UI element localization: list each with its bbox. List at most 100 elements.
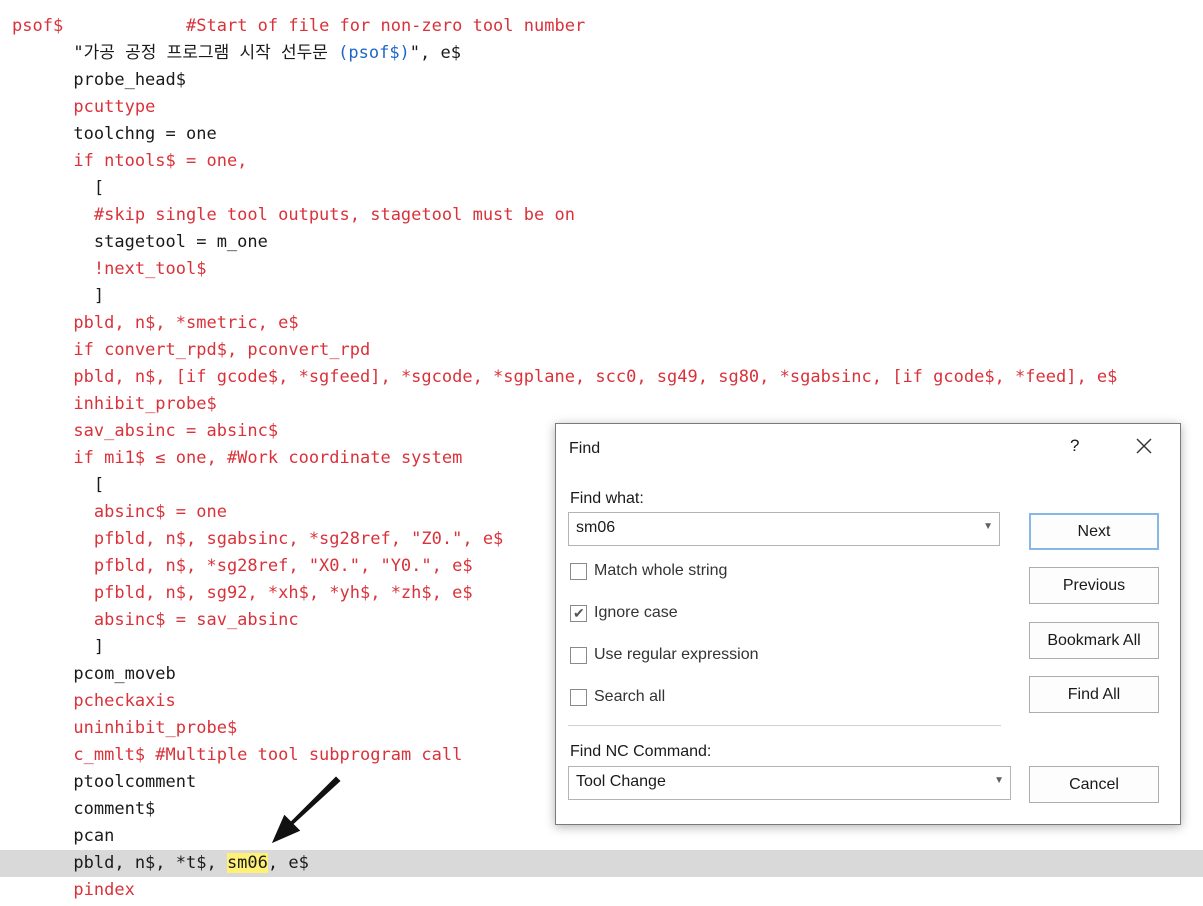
- code-token: !next_tool$: [93, 259, 207, 279]
- find-all-button[interactable]: Find All: [1029, 676, 1159, 713]
- checkbox-box[interactable]: [570, 563, 587, 580]
- code-token: pbld, n$, *smetric, e$: [73, 313, 299, 333]
- code-line[interactable]: #skip single tool outputs, stagetool mus…: [0, 202, 1203, 229]
- code-token: pbld, n$, [if gcode$, *sgfeed], *sgcode,…: [73, 367, 1118, 387]
- code-line[interactable]: stagetool = m_one: [0, 229, 1203, 256]
- code-token: c_mmlt$ #Multiple tool subprogram call: [73, 745, 463, 765]
- chevron-down-icon[interactable]: ▼: [994, 775, 1004, 786]
- code-token: ]: [12, 286, 105, 306]
- find-what-combobox[interactable]: sm06 ▼: [568, 512, 1000, 546]
- code-line[interactable]: [: [0, 175, 1203, 202]
- annotation-arrow-icon: [268, 775, 344, 847]
- code-token: pcom_moveb: [12, 664, 176, 684]
- checkbox-label: Match whole string: [594, 562, 728, 579]
- code-line[interactable]: ]: [0, 283, 1203, 310]
- checkbox-label: Use regular expression: [594, 646, 759, 663]
- nc-command-value: Tool Change: [576, 773, 666, 790]
- code-token: inhibit_probe$: [73, 394, 217, 414]
- find-what-value[interactable]: sm06: [576, 519, 615, 537]
- code-token: "가공 공정 프로그램 시작 선두문: [12, 43, 339, 63]
- close-icon[interactable]: [1134, 436, 1154, 456]
- code-token: [: [12, 178, 105, 198]
- code-token: psof$: [12, 16, 64, 36]
- checkbox-box[interactable]: [570, 689, 587, 706]
- code-token: (psof$): [338, 43, 410, 63]
- find-what-label: Find what:: [570, 490, 644, 507]
- code-token: probe_head$: [12, 70, 186, 90]
- code-line[interactable]: psof$ #Start of file for non-zero tool n…: [0, 13, 1203, 40]
- code-token: toolchng = one: [12, 124, 217, 144]
- code-token: ]: [12, 637, 105, 657]
- checkbox-box[interactable]: [570, 647, 587, 664]
- previous-button[interactable]: Previous: [1029, 567, 1159, 604]
- chevron-down-icon[interactable]: ▼: [983, 521, 993, 532]
- help-button[interactable]: ?: [1070, 436, 1079, 456]
- code-token: stagetool = m_one: [12, 232, 268, 252]
- code-token: if mi1$ ≤ one, #Work coordinate system: [73, 448, 463, 468]
- code-token: ", e$: [409, 43, 461, 63]
- code-token: pfbld, n$, sg92, *xh$, *yh$, *zh$, e$: [93, 583, 473, 603]
- code-line[interactable]: inhibit_probe$: [0, 391, 1203, 418]
- next-button[interactable]: Next: [1029, 513, 1159, 550]
- code-line[interactable]: probe_head$: [0, 67, 1203, 94]
- checkbox-box[interactable]: ✔: [570, 605, 587, 622]
- code-token: uninhibit_probe$: [73, 718, 238, 738]
- search-match-highlight: sm06: [226, 853, 268, 873]
- code-line[interactable]: pindex: [0, 877, 1203, 904]
- code-token: pcheckaxis: [73, 691, 176, 711]
- checkbox-label: Search all: [594, 688, 666, 705]
- code-token: if convert_rpd$, pconvert_rpd: [73, 340, 371, 360]
- checkbox-label: Ignore case: [594, 604, 678, 621]
- code-line[interactable]: pcuttype: [0, 94, 1203, 121]
- code-token: pcuttype: [73, 97, 156, 117]
- code-token: #skip single tool outputs, stagetool mus…: [93, 205, 575, 225]
- code-token: pcan: [12, 826, 115, 846]
- code-token: #Start of file for non-zero tool number: [186, 16, 586, 36]
- code-token: , e$: [267, 853, 309, 873]
- code-token: comment$: [12, 799, 156, 819]
- code-token: sav_absinc = absinc$: [73, 421, 279, 441]
- code-line[interactable]: toolchng = one: [0, 121, 1203, 148]
- find-nc-command-label: Find NC Command:: [570, 743, 712, 760]
- code-token: ptoolcomment: [12, 772, 197, 792]
- code-token: pbld, n$, *t$,: [12, 853, 227, 873]
- code-line[interactable]: "가공 공정 프로그램 시작 선두문 (psof$)", e$: [0, 40, 1203, 67]
- cancel-button[interactable]: Cancel: [1029, 766, 1159, 803]
- code-token: if ntools$ = one,: [73, 151, 248, 171]
- code-line[interactable]: if ntools$ = one,: [0, 148, 1203, 175]
- current-code-line[interactable]: pbld, n$, *t$, sm06, e$: [0, 850, 1203, 877]
- code-token: pindex: [73, 880, 135, 900]
- code-token: [: [12, 475, 105, 495]
- code-token: pfbld, n$, sgabsinc, *sg28ref, "Z0.", e$: [93, 529, 504, 549]
- code-token: absinc$ = sav_absinc: [93, 610, 299, 630]
- code-line[interactable]: pcan: [0, 823, 1203, 850]
- check-icon: ✔: [573, 605, 585, 621]
- code-line[interactable]: pbld, n$, *smetric, e$: [0, 310, 1203, 337]
- code-line[interactable]: !next_tool$: [0, 256, 1203, 283]
- code-line[interactable]: if convert_rpd$, pconvert_rpd: [0, 337, 1203, 364]
- code-line[interactable]: pbld, n$, [if gcode$, *sgfeed], *sgcode,…: [0, 364, 1203, 391]
- code-token: pfbld, n$, *sg28ref, "X0.", "Y0.", e$: [93, 556, 473, 576]
- dialog-title: Find: [569, 440, 601, 457]
- nc-command-dropdown[interactable]: Tool Change ▼: [568, 766, 1011, 800]
- bookmark-all-button[interactable]: Bookmark All: [1029, 622, 1159, 659]
